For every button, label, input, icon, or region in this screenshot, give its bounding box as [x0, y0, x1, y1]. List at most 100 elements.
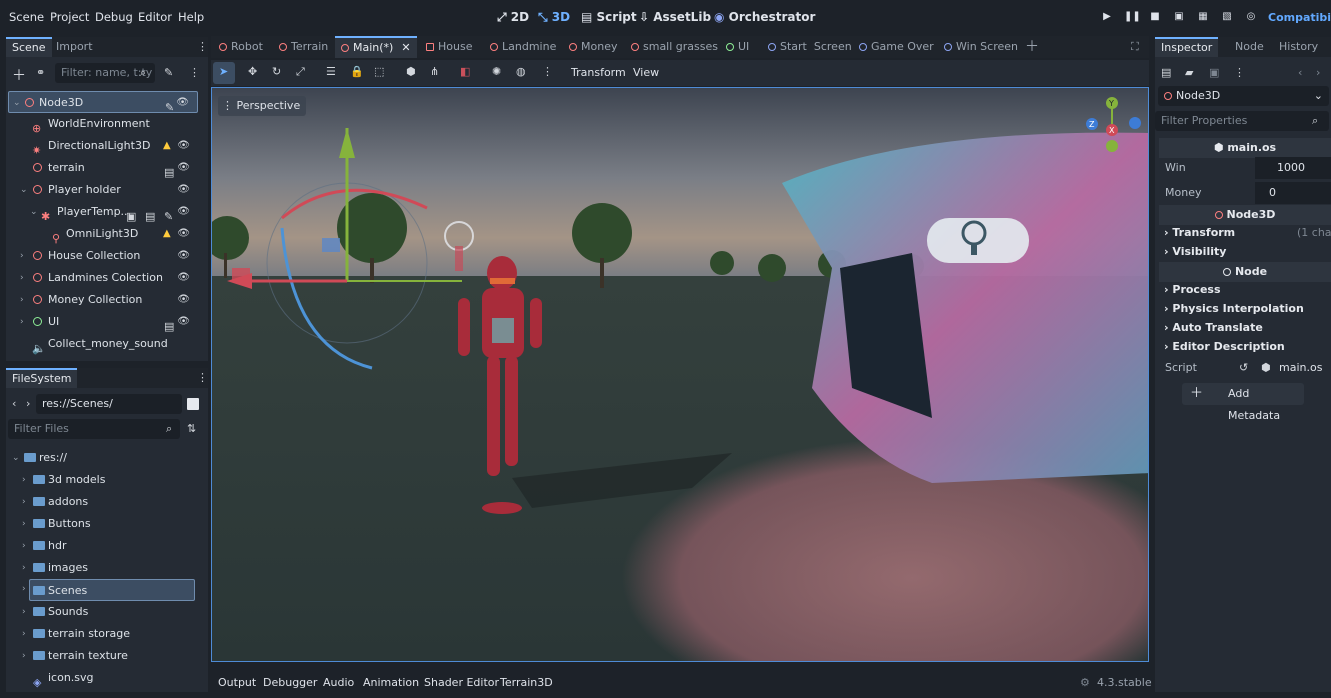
- group-icon[interactable]: ⬚: [374, 65, 384, 78]
- file-row-terrain-storage[interactable]: › terrain storage: [8, 623, 198, 645]
- tree-row-directionallight3d[interactable]: ✷ DirectionalLight3D ▲ 👁: [8, 135, 198, 157]
- mode-script-button[interactable]: ▤ Script: [581, 10, 637, 24]
- play-custom-scene-icon[interactable]: ▧: [1220, 11, 1234, 25]
- stop-icon[interactable]: ■: [1148, 11, 1162, 25]
- bottom-tab-animation[interactable]: Animation: [363, 676, 419, 689]
- mode-3d-button[interactable]: ⤡ 3D: [538, 10, 570, 25]
- rotate-tool-icon[interactable]: ↻: [272, 65, 281, 78]
- open-folder-icon[interactable]: ▰: [1185, 66, 1193, 79]
- inspector-filter-input[interactable]: Filter Properties: [1155, 111, 1329, 131]
- local-space-icon[interactable]: ⬢: [406, 65, 416, 78]
- bottom-tab-debugger[interactable]: Debugger: [263, 676, 317, 689]
- win-value-input[interactable]: 1000: [1255, 157, 1331, 179]
- tab-node[interactable]: Node: [1229, 37, 1270, 57]
- category-auto-translate[interactable]: › Auto Translate: [1159, 318, 1331, 337]
- object-selector[interactable]: Node3D ⌄: [1158, 86, 1329, 106]
- sort-icon[interactable]: ⇅: [187, 422, 196, 435]
- bottom-tab-terrain3d[interactable]: Terrain3D: [500, 676, 553, 689]
- move-tool-icon[interactable]: ✥: [248, 65, 257, 78]
- tree-row-node3d[interactable]: ⌄ Node3D ✎ 👁: [8, 91, 198, 114]
- scene-tab-game-over[interactable]: Game Over: [859, 36, 934, 58]
- scene-tab-win-screen[interactable]: Win Screen: [944, 36, 1018, 58]
- lock-icon[interactable]: 🔒: [350, 65, 364, 78]
- menu-scene[interactable]: Scene: [9, 10, 44, 24]
- scene-options-icon[interactable]: ⋮: [189, 66, 200, 79]
- add-node-icon[interactable]: ＋: [12, 65, 26, 85]
- visibility-eye-icon[interactable]: 👁: [177, 223, 190, 245]
- play-scene-icon[interactable]: ▦: [1196, 11, 1210, 25]
- bottom-tab-audio[interactable]: Audio: [323, 676, 354, 689]
- scene-tab-landmine[interactable]: Landmine: [490, 36, 556, 58]
- scene-tab-main[interactable]: Main(*) ✕: [335, 36, 417, 58]
- scene-tab-small-grasses[interactable]: small grasses: [631, 36, 718, 58]
- transform-menu[interactable]: Transform: [571, 66, 626, 79]
- visibility-eye-icon[interactable]: 👁: [177, 311, 190, 333]
- back-icon[interactable]: ‹: [12, 397, 16, 410]
- script-value[interactable]: main.os: [1279, 356, 1322, 380]
- scene-tab-ui[interactable]: UI: [726, 36, 749, 58]
- tree-row-terrain[interactable]: terrain ▤ 👁: [8, 157, 198, 179]
- file-row-3d-models[interactable]: › 3d models: [8, 469, 198, 491]
- tab-history[interactable]: History: [1273, 37, 1324, 57]
- tab-filesystem[interactable]: FileSystem: [6, 368, 78, 388]
- snap-icon[interactable]: ⋔: [430, 65, 439, 78]
- list-select-icon[interactable]: ☰: [326, 65, 336, 78]
- visibility-eye-icon[interactable]: 👁: [177, 267, 190, 289]
- visibility-eye-icon[interactable]: 👁: [177, 179, 190, 201]
- tree-row-collect-money-sound[interactable]: 🔈 Collect_money_sound: [8, 333, 198, 355]
- file-row-buttons[interactable]: › Buttons: [8, 513, 198, 535]
- file-row-terrain-texture[interactable]: › terrain texture: [8, 645, 198, 667]
- file-row-scenes[interactable]: Scenes: [29, 579, 195, 601]
- scene-tab-robot[interactable]: Robot: [219, 36, 263, 58]
- view-menu[interactable]: View: [633, 66, 659, 79]
- tree-row-playertemp[interactable]: ⌄ ✱ PlayerTemp... ▣ ▤ ✎ 👁: [8, 201, 198, 223]
- file-row-images[interactable]: › images: [8, 557, 198, 579]
- save-icon[interactable]: ▣: [1209, 66, 1219, 79]
- pause-icon[interactable]: ❚❚: [1124, 11, 1141, 25]
- script-attach-icon[interactable]: ✎: [164, 66, 173, 79]
- file-row-sounds[interactable]: › Sounds: [8, 601, 198, 623]
- dock-menu-icon[interactable]: ⋮: [197, 371, 208, 384]
- history-forward-icon[interactable]: ›: [1316, 66, 1320, 79]
- scenes-arrow-icon[interactable]: ›: [22, 584, 26, 594]
- visibility-eye-icon[interactable]: 👁: [177, 245, 190, 267]
- scale-tool-icon[interactable]: ⤢: [296, 65, 305, 79]
- visibility-eye-icon[interactable]: 👁: [176, 92, 189, 114]
- distraction-free-icon[interactable]: ⛶: [1131, 36, 1139, 58]
- preview-camera-icon[interactable]: ◧: [460, 65, 470, 78]
- visibility-eye-icon[interactable]: 👁: [177, 201, 190, 223]
- menu-project[interactable]: Project: [50, 10, 89, 24]
- menu-help[interactable]: Help: [178, 10, 204, 24]
- scene-tab-money[interactable]: Money: [569, 36, 617, 58]
- remote-debug-icon[interactable]: ▣: [1172, 11, 1186, 25]
- tab-scene[interactable]: Scene: [6, 37, 52, 57]
- visibility-eye-icon[interactable]: 👁: [177, 289, 190, 311]
- mode-2d-button[interactable]: ⤢ 2D: [497, 10, 529, 25]
- category-editor-description[interactable]: › Editor Description: [1159, 337, 1331, 356]
- file-row-addons[interactable]: › addons: [8, 491, 198, 513]
- close-icon[interactable]: ✕: [401, 41, 410, 54]
- tree-row-house-collection[interactable]: › House Collection 👁: [8, 245, 198, 267]
- file-row-icon-svg[interactable]: ◈ icon.svg: [8, 667, 198, 689]
- scene-tab-start-screen[interactable]: Start Screen: [768, 36, 852, 58]
- sun-icon[interactable]: ✺: [492, 65, 501, 78]
- link-icon[interactable]: ⚭: [36, 66, 45, 79]
- tree-row-omnilight3d[interactable]: ⚲ OmniLight3D ▲ 👁: [8, 223, 198, 245]
- category-visibility[interactable]: › Visibility: [1159, 242, 1331, 261]
- warning-icon[interactable]: ▲: [163, 223, 171, 245]
- visibility-eye-icon[interactable]: 👁: [177, 157, 190, 179]
- money-value-input[interactable]: 0: [1255, 182, 1331, 204]
- menu-editor[interactable]: Editor: [138, 10, 172, 24]
- more-options-icon[interactable]: ⋮: [542, 65, 553, 78]
- tree-row-worldenvironment[interactable]: ⊕ WorldEnvironment: [8, 113, 198, 135]
- revert-icon[interactable]: ↺: [1239, 356, 1248, 380]
- inspector-options-icon[interactable]: ⋮: [1234, 66, 1245, 79]
- bottom-tab-shader-editor[interactable]: Shader Editor: [424, 676, 499, 689]
- perspective-menu-button[interactable]: ⋮ Perspective: [218, 96, 307, 116]
- bottom-tab-output[interactable]: Output: [218, 676, 256, 689]
- tab-inspector[interactable]: Inspector: [1155, 37, 1219, 57]
- category-physics-interpolation[interactable]: › Physics Interpolation: [1159, 299, 1331, 318]
- tab-import[interactable]: Import: [50, 37, 99, 57]
- history-back-icon[interactable]: ‹: [1298, 66, 1302, 79]
- category-process[interactable]: › Process: [1159, 280, 1331, 299]
